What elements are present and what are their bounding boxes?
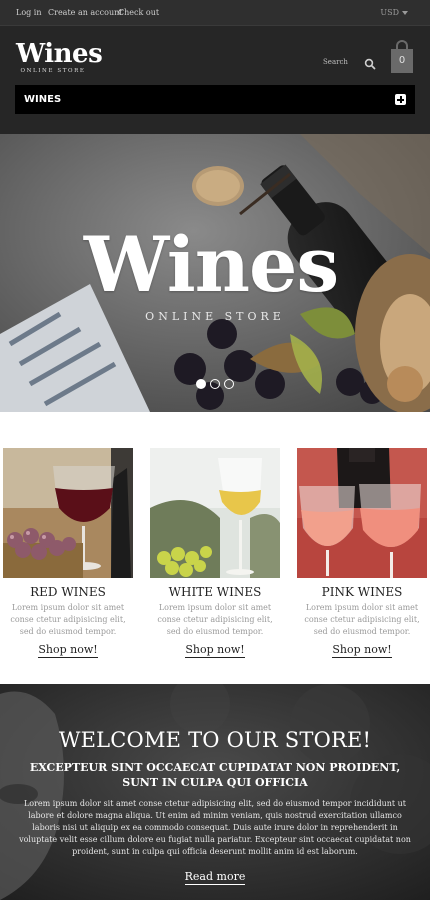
- welcome-subtitle: EXCEPTEUR SINT OCCAECAT CUPIDATAT NON PR…: [29, 761, 401, 789]
- logo[interactable]: Wines ONLINE STORE: [16, 39, 103, 74]
- shop-now-label: Shop now!: [185, 643, 245, 658]
- shop-now-link[interactable]: Shop now!: [150, 643, 280, 658]
- nav-label: WINES: [24, 94, 62, 105]
- search-input[interactable]: Search: [323, 58, 348, 66]
- shop-now-label: Shop now!: [38, 643, 98, 658]
- category-description: Lorem ipsum dolor sit amet conse ctetur …: [304, 603, 420, 636]
- pink-wine-image[interactable]: [297, 448, 427, 578]
- category-title: RED WINES: [30, 585, 106, 599]
- search-icon[interactable]: [364, 58, 376, 70]
- shop-now-link[interactable]: Shop now!: [297, 643, 427, 658]
- cart-button[interactable]: 0: [391, 40, 413, 74]
- cart-count: 0: [391, 49, 413, 73]
- checkout-link[interactable]: Check out: [118, 8, 159, 17]
- top-bar: Log in Create an account Check out USD: [0, 0, 430, 26]
- category-title: WHITE WINES: [168, 585, 262, 599]
- slider-pagination: [192, 379, 242, 391]
- welcome-section: WELCOME TO OUR STORE! EXCEPTEUR SINT OCC…: [0, 684, 430, 900]
- slide-dot-3[interactable]: [224, 379, 234, 389]
- slide-dot-2[interactable]: [210, 379, 220, 389]
- category-card-white: WHITE WINES Lorem ipsum dolor sit amet c…: [150, 448, 280, 658]
- login-link[interactable]: Log in: [16, 8, 42, 17]
- logo-subtitle: ONLINE STORE: [20, 68, 86, 74]
- plus-icon: [395, 94, 406, 105]
- welcome-title: WELCOME TO OUR STORE!: [58, 728, 372, 752]
- category-description: Lorem ipsum dolor sit amet conse ctetur …: [157, 603, 273, 636]
- category-section: RED WINES Lorem ipsum dolor sit amet con…: [0, 412, 430, 684]
- white-wine-image[interactable]: [150, 448, 280, 578]
- category-card-red: RED WINES Lorem ipsum dolor sit amet con…: [3, 448, 133, 658]
- create-account-link[interactable]: Create an account: [48, 8, 122, 17]
- shop-now-link[interactable]: Shop now!: [3, 643, 133, 658]
- welcome-body: Lorem ipsum dolor sit amet conse ctetur …: [19, 799, 411, 856]
- currency-value: USD: [380, 8, 399, 17]
- nav-menu-toggle[interactable]: WINES: [15, 85, 415, 114]
- logo-title: Wines: [16, 39, 103, 69]
- slide-dot-1[interactable]: [196, 379, 206, 389]
- shop-now-label: Shop now!: [332, 643, 392, 658]
- hero-subtitle: ONLINE STORE: [145, 310, 285, 323]
- chevron-down-icon: [402, 11, 408, 15]
- currency-selector[interactable]: USD: [380, 8, 408, 17]
- category-description: Lorem ipsum dolor sit amet conse ctetur …: [10, 603, 126, 636]
- hero-slider: Wines ONLINE STORE: [0, 134, 430, 412]
- read-more-link[interactable]: Read more: [0, 870, 430, 885]
- category-card-pink: PINK WINES Lorem ipsum dolor sit amet co…: [297, 448, 427, 658]
- site-header: Wines ONLINE STORE Search 0 WINES: [0, 26, 430, 134]
- red-wine-image[interactable]: [3, 448, 133, 578]
- category-title: PINK WINES: [321, 585, 403, 599]
- welcome-background-image: [0, 684, 430, 900]
- read-more-label: Read more: [184, 870, 246, 885]
- hero-title: Wines: [83, 220, 339, 309]
